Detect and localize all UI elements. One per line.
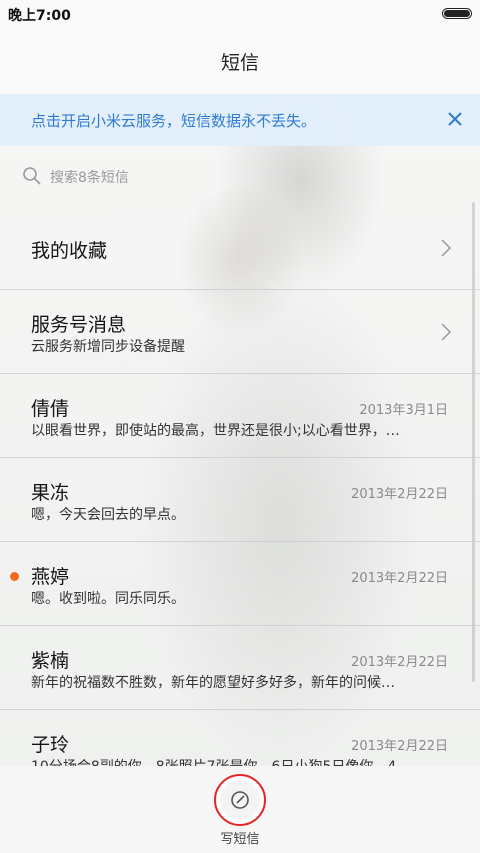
compose-icon xyxy=(231,791,249,809)
search-icon xyxy=(23,167,41,185)
message-preview: 新年的祝福数不胜数，新年的愿望好多好多，新年的问候… xyxy=(31,675,395,691)
bottom-toolbar: 写短信 xyxy=(0,766,480,853)
contact-name: 燕婷 xyxy=(31,566,70,588)
search-input[interactable]: 搜索8条短信 xyxy=(50,167,129,187)
status-bar: 晚上7:00 xyxy=(0,0,480,28)
folder-service-messages[interactable]: 服务号消息 云服务新增同步设备提醒 xyxy=(0,290,480,374)
chevron-right-icon xyxy=(441,323,452,341)
message-preview: 10分场合8副的你，8张照片7张是你，6日小狗5日像你，4… xyxy=(31,756,445,766)
cloud-banner[interactable]: 点击开启小米云服务，短信数据永不丢失。 xyxy=(0,94,480,146)
conversation-row[interactable]: 子玲 2013年2月22日 10分场合8副的你，8张照片7张是你，6日小狗5日像… xyxy=(0,710,480,766)
message-preview: 嗯，今天会回去的早点。 xyxy=(31,507,185,523)
search-bar[interactable]: 搜索8条短信 xyxy=(0,146,480,206)
contact-name: 子玲 xyxy=(31,734,70,756)
battery-icon xyxy=(442,8,472,19)
title-bar: 短信 xyxy=(0,28,480,95)
conversation-row[interactable]: 倩倩 2013年3月1日 以眼看世界，即使站的最高，世界还是很小;以心看世界，… xyxy=(0,374,480,458)
compose-label[interactable]: 写短信 xyxy=(0,828,480,847)
contact-name: 倩倩 xyxy=(31,398,70,420)
message-date: 2013年2月22日 xyxy=(351,739,448,754)
banner-text[interactable]: 点击开启小米云服务，短信数据永不丢失。 xyxy=(31,110,316,131)
chevron-right-icon xyxy=(441,239,452,257)
unread-indicator xyxy=(10,572,19,581)
message-preview: 嗯。收到啦。同乐同乐。 xyxy=(31,591,185,607)
compose-button-inner xyxy=(220,780,260,820)
message-date: 2013年2月22日 xyxy=(351,487,448,502)
contact-name: 紫楠 xyxy=(31,650,70,672)
message-list[interactable]: 搜索8条短信 我的收藏 服务号消息 云服务新增同步设备提醒 倩倩 2013年3月… xyxy=(0,146,480,766)
folder-title: 服务号消息 xyxy=(31,314,127,336)
compose-button[interactable] xyxy=(214,774,266,826)
status-time: 晚上7:00 xyxy=(8,8,71,24)
folder-title: 我的收藏 xyxy=(31,240,108,262)
conversation-row[interactable]: 果冻 2013年2月22日 嗯，今天会回去的早点。 xyxy=(0,458,480,542)
page-title: 短信 xyxy=(220,52,259,74)
message-date: 2013年2月22日 xyxy=(351,655,448,670)
battery-fill xyxy=(444,10,470,17)
message-preview: 以眼看世界，即使站的最高，世界还是很小;以心看世界，… xyxy=(31,423,400,439)
folder-favorites[interactable]: 我的收藏 xyxy=(0,206,480,290)
folder-subtitle: 云服务新增同步设备提醒 xyxy=(31,339,185,355)
contact-name: 果冻 xyxy=(31,482,70,504)
close-icon[interactable] xyxy=(442,106,468,132)
conversation-row[interactable]: 燕婷 2013年2月22日 嗯。收到啦。同乐同乐。 xyxy=(0,542,480,626)
message-date: 2013年2月22日 xyxy=(351,571,448,586)
conversation-row[interactable]: 紫楠 2013年2月22日 新年的祝福数不胜数，新年的愿望好多好多，新年的问候… xyxy=(0,626,480,710)
message-date: 2013年3月1日 xyxy=(359,403,448,418)
